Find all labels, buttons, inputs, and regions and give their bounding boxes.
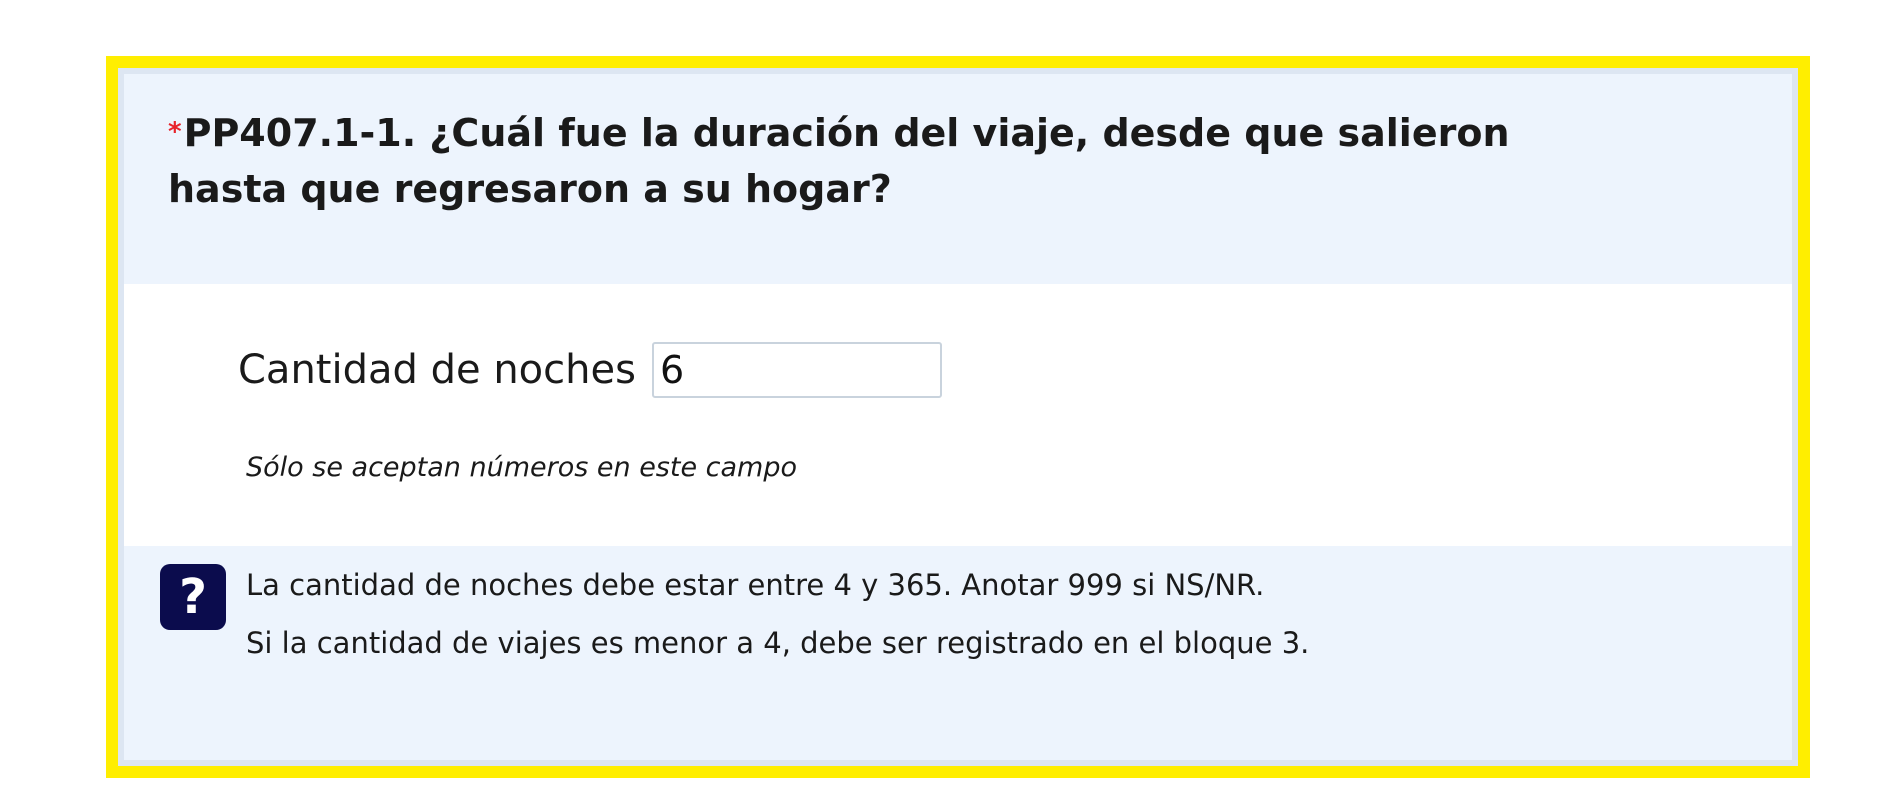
required-marker: * — [168, 117, 182, 147]
answer-row: Cantidad de noches — [238, 342, 942, 398]
nights-label: Cantidad de noches — [238, 347, 636, 393]
help-text: La cantidad de noches debe estar entre 4… — [246, 556, 1309, 672]
help-line-range: La cantidad de noches debe estar entre 4… — [246, 568, 1265, 602]
help-line-block: Si la cantidad de viajes es menor a 4, d… — [246, 626, 1310, 660]
nights-input[interactable] — [651, 342, 942, 398]
answer-area: Cantidad de noches Sólo se aceptan númer… — [124, 284, 1792, 546]
question-text: PP407.1-1. ¿Cuál fue la duración del via… — [168, 111, 1510, 211]
question-mark-icon[interactable]: ? — [160, 564, 226, 630]
question-container: *PP407.1-1. ¿Cuál fue la duración del vi… — [118, 68, 1798, 766]
question-header: *PP407.1-1. ¿Cuál fue la duración del vi… — [124, 74, 1792, 284]
question-title: *PP407.1-1. ¿Cuál fue la duración del vi… — [168, 104, 1568, 217]
help-area: ? La cantidad de noches debe estar entre… — [124, 546, 1792, 760]
help-icon-glyph: ? — [179, 569, 207, 625]
highlight-frame: *PP407.1-1. ¿Cuál fue la duración del vi… — [106, 56, 1810, 778]
numbers-only-hint: Sólo se aceptan números en este campo — [246, 452, 798, 483]
